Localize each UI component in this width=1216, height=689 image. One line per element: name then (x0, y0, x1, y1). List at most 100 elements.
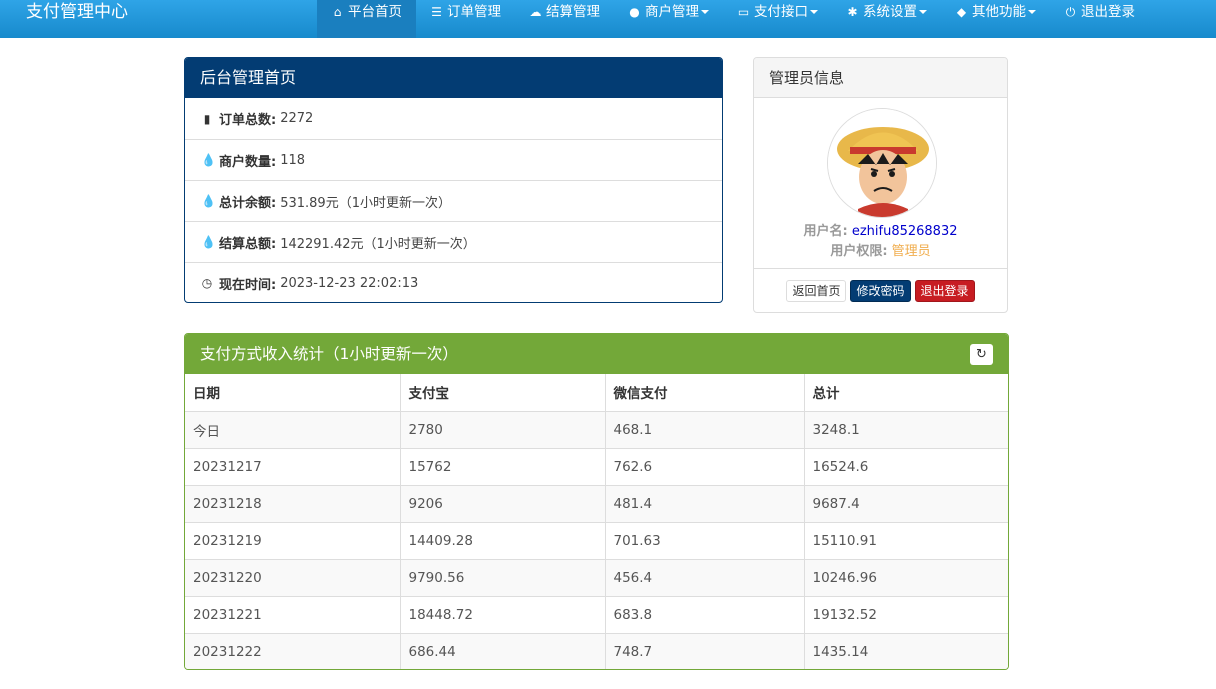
user-icon: ● (629, 5, 640, 19)
overview-value: 142291.42元（1小时更新一次） (280, 236, 476, 252)
list-icon: ☰ (431, 5, 442, 19)
overview-rows: ▮ 订单总数: 2272 💧 商户数量: 118 💧 总计余额: 531.89元（1小时更新一次… (185, 98, 722, 302)
nav-item-0[interactable]: ⌂ 平台首页 (317, 0, 416, 38)
drop-icon: 💧 (201, 153, 216, 167)
top-navbar: 支付管理中心 ⌂ 平台首页 ☰ 订单管理 ☁ 结算管理 ● 商户管理 ▭ 支付接口 ✱ 系统设置 ◆ 其他… (0, 0, 1216, 38)
username-value: ezhifu85268832 (851, 224, 958, 239)
overview-value: 118 (280, 152, 306, 168)
nav-label: 支付接口 (754, 4, 808, 20)
column-header[interactable]: 微信支付 (604, 374, 804, 411)
refresh-button[interactable]: ↻ (970, 344, 993, 365)
main-nav: ⌂ 平台首页 ☰ 订单管理 ☁ 结算管理 ● 商户管理 ▭ 支付接口 ✱ 系统设置 ◆ 其他功能 ⏻ 退出登录 (317, 0, 1149, 38)
table-cell: 16524.6 (803, 447, 1008, 485)
avatar (827, 108, 937, 218)
column-header[interactable]: 日期 (185, 374, 400, 411)
role-line: 用户权限: 管理员 (754, 240, 1007, 259)
power-icon: ⏻ (1065, 5, 1076, 19)
change-password-button[interactable]: 修改密码 (850, 280, 911, 302)
table-cell: 20231220 (185, 558, 400, 596)
nav-item-3[interactable]: ● 商户管理 (614, 0, 723, 38)
drop-icon: 💧 (201, 194, 216, 208)
table-cell: 456.4 (604, 558, 804, 596)
table-cell: 9790.56 (399, 558, 605, 596)
table-row: 20231221 18448.72 683.8 19132.52 (185, 595, 1008, 633)
cloud-icon: ☁ (529, 5, 542, 19)
table-cell: 481.4 (604, 484, 804, 522)
nav-item-4[interactable]: ▭ 支付接口 (723, 0, 832, 38)
table-cell: 701.63 (604, 521, 804, 559)
table-row: 20231219 14409.28 701.63 15110.91 (185, 521, 1008, 559)
income-table: 日期 支付宝 微信支付 总计 今日 2780 468.1 3248.1 20231217 157… (185, 374, 1008, 669)
caret-down-icon (810, 10, 818, 14)
caret-down-icon (701, 10, 709, 14)
caret-down-icon (1028, 10, 1036, 14)
nav-item-6[interactable]: ◆ 其他功能 (941, 0, 1050, 38)
admin-title: 管理员信息 (754, 58, 1007, 98)
table-cell: 15110.91 (803, 521, 1008, 559)
overview-label: 总计余额: (219, 195, 277, 211)
username-label: 用户名: (803, 224, 848, 239)
nav-item-1[interactable]: ☰ 订单管理 (416, 0, 515, 38)
table-row: 20231218 9206 481.4 9687.4 (185, 484, 1008, 522)
column-header[interactable]: 支付宝 (399, 374, 605, 411)
table-cell: 19132.52 (803, 595, 1008, 633)
role-label: 用户权限: (830, 244, 888, 259)
logout-button[interactable]: 退出登录 (914, 280, 975, 302)
table-cell: 20231219 (185, 521, 400, 559)
nav-item-2[interactable]: ☁ 结算管理 (515, 0, 614, 38)
overview-row: 💧 总计余额: 531.89元（1小时更新一次） (185, 180, 722, 221)
nav-label: 其他功能 (972, 4, 1026, 20)
brand-title[interactable]: 支付管理中心 (26, 0, 128, 28)
column-header[interactable]: 总计 (803, 374, 1008, 411)
clock-icon: ◷ (201, 276, 213, 290)
table-header-row: 日期 支付宝 微信支付 总计 (185, 374, 1008, 411)
table-cell: 762.6 (604, 447, 804, 485)
overview-title: 后台管理首页 (185, 58, 722, 98)
table-row: 20231222 686.44 748.7 1435.14 (185, 632, 1008, 669)
nav-label: 系统设置 (863, 4, 917, 20)
admin-actions: 返回首页 修改密码 退出登录 (754, 268, 1007, 312)
table-cell: 686.44 (399, 632, 605, 669)
role-value: 管理员 (891, 244, 931, 259)
income-stats-panel: 支付方式收入统计（1小时更新一次） ↻ 日期 支付宝 微信支付 总计 今日 2780 46… (184, 333, 1009, 670)
table-cell: 18448.72 (399, 595, 605, 633)
admin-panel: 管理员信息 用户名: ezhifu85268832 用户权限: 管理员 返回首页… (753, 57, 1008, 313)
overview-label: 订单总数: (219, 113, 277, 128)
overview-label: 商户数量: (219, 154, 277, 170)
caret-down-icon (919, 10, 927, 14)
table-row: 20231217 15762 762.6 16524.6 (185, 447, 1008, 485)
overview-value: 2023-12-23 22:02:13 (280, 275, 419, 291)
back-home-button[interactable]: 返回首页 (786, 280, 847, 302)
nav-item-5[interactable]: ✱ 系统设置 (832, 0, 941, 38)
table-cell: 14409.28 (399, 521, 605, 559)
overview-row: ◷ 现在时间: 2023-12-23 22:02:13 (185, 262, 722, 302)
table-cell: 20231222 (185, 632, 400, 669)
avatar-image (828, 109, 936, 217)
income-stats-title: 支付方式收入统计（1小时更新一次） (200, 345, 458, 363)
overview-value: 2272 (280, 111, 314, 126)
nav-label: 商户管理 (645, 4, 699, 20)
table-cell: 15762 (399, 447, 605, 485)
table-cell: 1435.14 (803, 632, 1008, 669)
table-cell: 468.1 (604, 410, 804, 448)
overview-row: ▮ 订单总数: 2272 (185, 98, 722, 139)
income-stats-header: 支付方式收入统计（1小时更新一次） ↻ (185, 334, 1008, 374)
overview-value: 531.89元（1小时更新一次） (280, 195, 451, 211)
table-cell: 3248.1 (803, 410, 1008, 448)
table-row: 20231220 9790.56 456.4 10246.96 (185, 558, 1008, 596)
overview-row: 💧 商户数量: 118 (185, 139, 722, 180)
table-cell: 20231217 (185, 447, 400, 485)
table-cell: 20231218 (185, 484, 400, 522)
table-cell: 9687.4 (803, 484, 1008, 522)
table-cell: 今日 (185, 410, 400, 448)
nav-label: 结算管理 (546, 4, 600, 20)
table-cell: 748.7 (604, 632, 804, 669)
home-icon: ⌂ (333, 5, 342, 19)
drop-icon: 💧 (201, 235, 216, 249)
username-line: 用户名: ezhifu85268832 (754, 220, 1007, 239)
nav-item-7[interactable]: ⏻ 退出登录 (1050, 0, 1149, 38)
overview-label: 结算总额: (219, 236, 277, 252)
credit-card-icon: ▭ (737, 5, 750, 19)
gear-icon: ✱ (847, 5, 858, 19)
cube-icon: ◆ (956, 5, 967, 19)
